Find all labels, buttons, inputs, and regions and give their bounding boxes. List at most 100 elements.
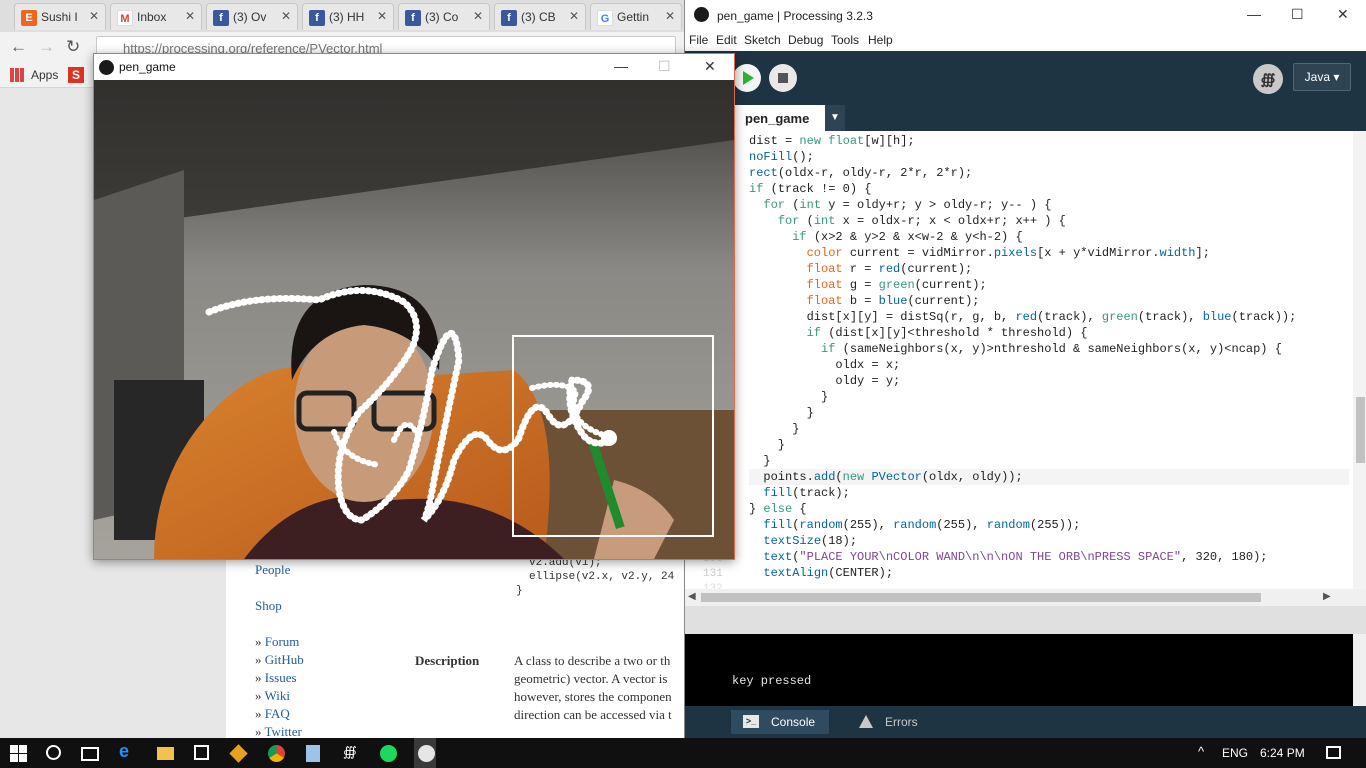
- tab-label: (3) CB: [521, 10, 556, 24]
- tab-pen-game[interactable]: pen_game: [733, 105, 825, 131]
- sketch-canvas[interactable]: [94, 80, 734, 559]
- processing-taskbar-icon[interactable]: ∰: [343, 744, 360, 761]
- forward-arrow-icon[interactable]: →: [38, 37, 55, 57]
- tab-label: (3) Ov: [233, 10, 267, 24]
- minimize-icon[interactable]: —: [1247, 6, 1261, 22]
- task-view-icon[interactable]: [81, 747, 99, 761]
- sketch-app-icon: [418, 745, 435, 762]
- sidebar-link-forum[interactable]: » Forum: [255, 634, 299, 650]
- console-tab-label: Console: [771, 715, 816, 729]
- sidebar-link-people[interactable]: People: [255, 562, 290, 578]
- file-explorer-icon[interactable]: [157, 747, 174, 760]
- close-tab-icon[interactable]: ✕: [281, 9, 291, 23]
- processing-app-icon: [694, 7, 709, 22]
- warning-icon: [859, 715, 873, 728]
- ide-toolbar: ∰ Java ▾: [685, 51, 1366, 105]
- processing-app-icon: [99, 60, 114, 75]
- processing-ide-window: pen_game | Processing 3.2.3 — ☐ ✕ File E…: [684, 0, 1366, 738]
- bookmark-s-icon[interactable]: S: [68, 67, 84, 83]
- apps-bookmark[interactable]: Apps: [31, 68, 58, 82]
- tab-console[interactable]: >_ Console: [731, 710, 829, 734]
- browser-tab[interactable]: f (3) CB ✕: [494, 3, 586, 30]
- run-button[interactable]: [733, 64, 761, 92]
- browser-tab[interactable]: E Sushi I ✕: [14, 3, 106, 30]
- console-output: key pressed: [732, 674, 812, 688]
- language-indicator[interactable]: ENG: [1222, 746, 1248, 760]
- sidebar-link-shop[interactable]: Shop: [255, 598, 282, 614]
- sourcetree-icon[interactable]: [229, 744, 248, 763]
- close-tab-icon[interactable]: ✕: [377, 9, 387, 23]
- browser-tab[interactable]: M Inbox ✕: [110, 3, 202, 30]
- stop-button[interactable]: [769, 64, 797, 92]
- tab-label: Inbox: [137, 10, 167, 24]
- browser-tab[interactable]: G Gettin ✕: [590, 3, 682, 30]
- close-tab-icon[interactable]: ✕: [473, 9, 483, 23]
- sidebar-link-faq[interactable]: » FAQ: [255, 706, 290, 722]
- browser-tab-strip: E Sushi I ✕ M Inbox ✕ f (3) Ov ✕ f (3) H…: [0, 0, 684, 32]
- close-icon[interactable]: ✕: [704, 58, 716, 75]
- ide-title-bar: pen_game | Processing 3.2.3 — ☐ ✕: [685, 0, 1366, 31]
- close-tab-icon[interactable]: ✕: [665, 9, 675, 23]
- editor-vertical-scrollbar[interactable]: [1353, 131, 1366, 589]
- windows-taskbar: e ∰ ^ ENG 6:24 PM: [0, 738, 1366, 768]
- message-area: [685, 606, 1366, 634]
- console-icon: >_: [743, 715, 759, 728]
- maximize-icon[interactable]: ☐: [1291, 6, 1304, 23]
- sidebar-link-github[interactable]: » GitHub: [255, 652, 304, 668]
- spotify-icon[interactable]: [380, 745, 397, 762]
- windows-start-icon[interactable]: [10, 745, 27, 762]
- show-hidden-icons-chevron-icon[interactable]: ^: [1198, 744, 1204, 759]
- minimize-icon[interactable]: —: [614, 58, 628, 74]
- tab-errors[interactable]: Errors: [845, 710, 935, 734]
- menu-file[interactable]: File: [689, 33, 708, 47]
- scrollbar-thumb[interactable]: [701, 593, 1261, 602]
- code-editor[interactable]: 130 131 132 dist = new float[w][h]; noFi…: [685, 131, 1353, 589]
- scroll-right-icon[interactable]: ▶: [1323, 591, 1331, 602]
- sidebar-link-wiki[interactable]: » Wiki: [255, 688, 290, 704]
- sketch-tab-bar: pen_game ▼: [685, 105, 1366, 131]
- maximize-icon[interactable]: ☐: [658, 58, 671, 75]
- description-heading: Description: [415, 653, 480, 668]
- errors-tab-label: Errors: [885, 715, 918, 729]
- apps-grid-icon[interactable]: [10, 68, 24, 82]
- cortana-search-icon[interactable]: [46, 745, 61, 760]
- close-tab-icon[interactable]: ✕: [89, 9, 99, 23]
- close-tab-icon[interactable]: ✕: [185, 9, 195, 23]
- tab-favicon-icon: G: [597, 10, 613, 26]
- menu-sketch[interactable]: Sketch: [744, 33, 781, 47]
- browser-tab[interactable]: f (3) Ov ✕: [206, 3, 298, 30]
- mode-selector[interactable]: Java ▾: [1293, 63, 1351, 91]
- close-icon[interactable]: ✕: [1337, 6, 1349, 23]
- store-icon[interactable]: [194, 745, 209, 760]
- sidebar-link-issues[interactable]: » Issues: [255, 670, 297, 686]
- source-code: dist = new float[w][h]; noFill(); rect(o…: [749, 133, 1349, 581]
- menu-tools[interactable]: Tools: [831, 33, 859, 47]
- clock[interactable]: 6:24 PM: [1260, 746, 1305, 760]
- browser-tab[interactable]: f (3) HH ✕: [302, 3, 394, 30]
- scroll-left-icon[interactable]: ◀: [688, 591, 696, 602]
- sketch-title-bar: pen_game — ☐ ✕: [94, 54, 734, 80]
- notepad-icon[interactable]: [306, 745, 320, 762]
- close-tab-icon[interactable]: ✕: [569, 9, 579, 23]
- editor-horizontal-scrollbar[interactable]: ◀ ▶: [685, 589, 1366, 606]
- menu-help[interactable]: Help: [868, 33, 893, 47]
- browser-tab[interactable]: f (3) Co ✕: [398, 3, 490, 30]
- console-scrollbar[interactable]: [1353, 634, 1366, 706]
- edge-browser-icon[interactable]: e: [119, 741, 136, 761]
- line-number: 131: [703, 568, 723, 580]
- reload-icon[interactable]: ↻: [66, 37, 80, 57]
- tab-favicon-icon: f: [309, 10, 325, 26]
- chrome-icon[interactable]: [268, 745, 285, 762]
- back-arrow-icon[interactable]: ←: [10, 37, 27, 57]
- scrollbar-thumb[interactable]: [1356, 397, 1365, 463]
- debugger-icon[interactable]: ∰: [1253, 64, 1283, 94]
- example-code-line: }: [516, 585, 523, 597]
- webcam-feed-image: [94, 80, 734, 559]
- description-text: geometric) vector. A vector is: [514, 671, 668, 686]
- tab-label: Sushi I: [41, 10, 78, 24]
- action-center-icon[interactable]: [1326, 746, 1341, 759]
- tab-label: Gettin: [617, 10, 650, 24]
- menu-edit[interactable]: Edit: [716, 33, 737, 47]
- menu-debug[interactable]: Debug: [788, 33, 823, 47]
- tab-menu-arrow-icon[interactable]: ▼: [825, 105, 845, 131]
